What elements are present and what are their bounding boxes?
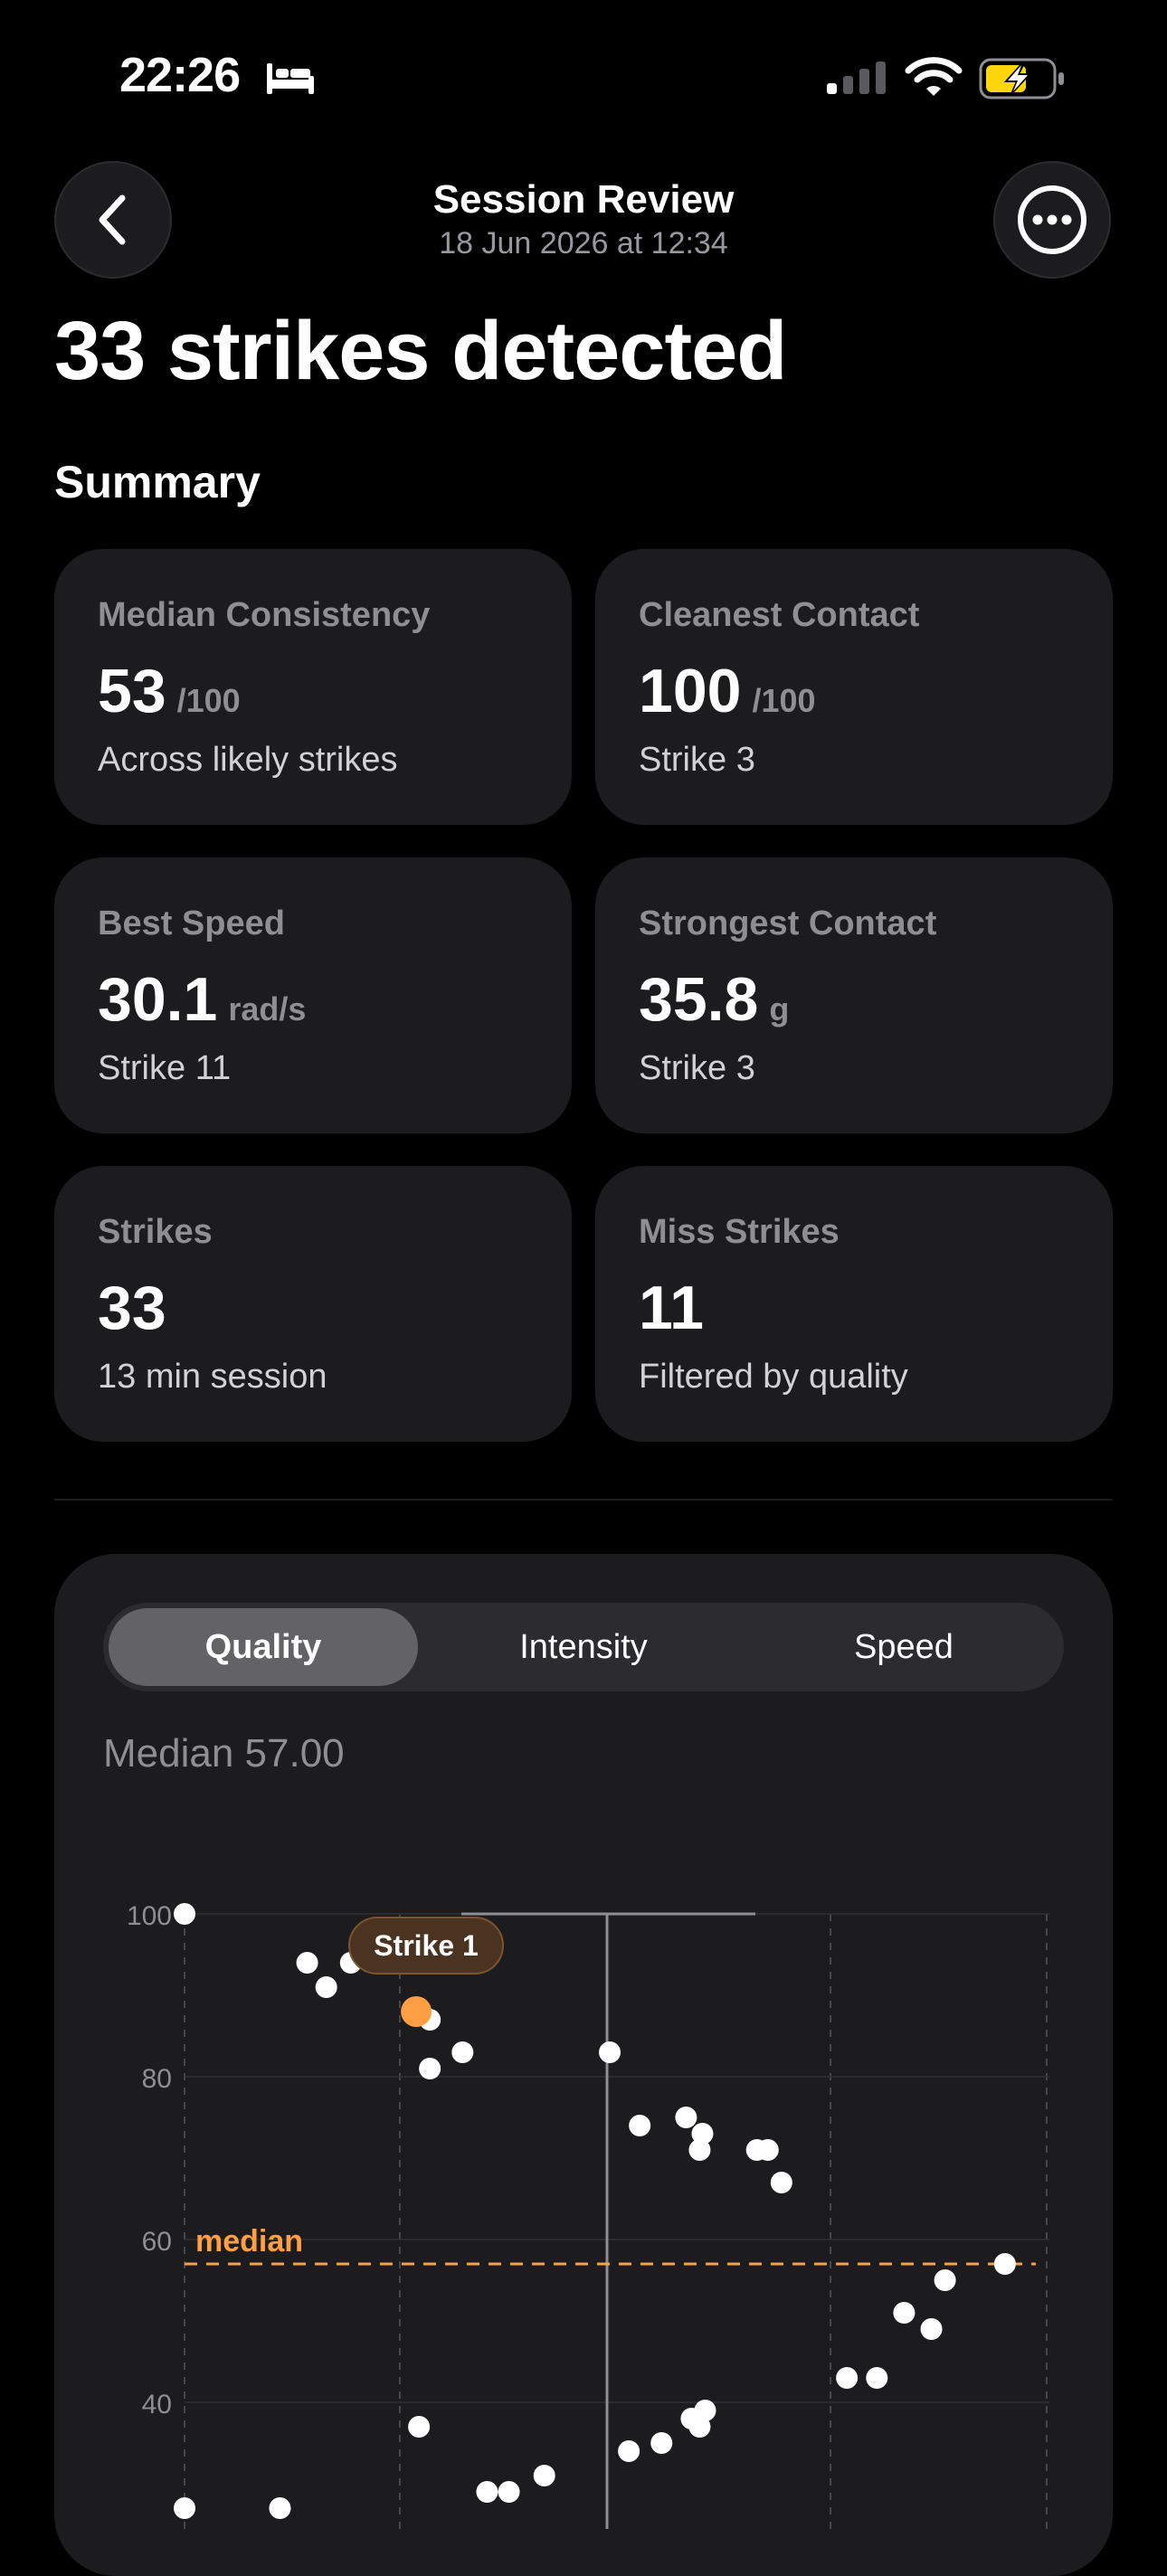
data-point: [650, 2432, 673, 2454]
data-point: [476, 2481, 498, 2503]
data-point: [770, 2172, 792, 2193]
strike-tooltip-label: Strike 1: [374, 1929, 479, 1962]
data-point: [296, 1952, 318, 1974]
data-point: [675, 2107, 697, 2128]
y-tick-label: 80: [142, 2064, 172, 2094]
data-point: [498, 2481, 520, 2503]
median-label: median: [195, 2224, 303, 2259]
data-point: [866, 2367, 888, 2389]
data-point: [694, 2400, 716, 2421]
data-point: [836, 2367, 859, 2389]
data-point: [174, 1903, 195, 1925]
data-point: [618, 2440, 640, 2462]
data-point: [599, 2041, 621, 2063]
data-point: [993, 2253, 1016, 2275]
data-point: [174, 2497, 195, 2519]
data-point: [893, 2302, 916, 2324]
data-point: [408, 2416, 431, 2438]
y-tick-label: 100: [127, 1901, 172, 1931]
data-point: [315, 1976, 337, 1998]
data-point: [691, 2123, 714, 2145]
quality-scatter-chart[interactable]: 100 80 60 40 median Strike 1: [0, 0, 1167, 2529]
data-point: [629, 2115, 651, 2136]
data-point: [451, 2041, 474, 2063]
y-tick-label: 60: [142, 2227, 172, 2257]
data-point: [533, 2465, 555, 2486]
data-point: [419, 2058, 441, 2079]
data-point: [934, 2269, 956, 2291]
data-point: [269, 2497, 291, 2519]
data-point: [920, 2318, 943, 2340]
data-point: [756, 2139, 779, 2161]
y-tick-label: 40: [142, 2390, 172, 2420]
selected-data-point: [401, 1996, 432, 2027]
